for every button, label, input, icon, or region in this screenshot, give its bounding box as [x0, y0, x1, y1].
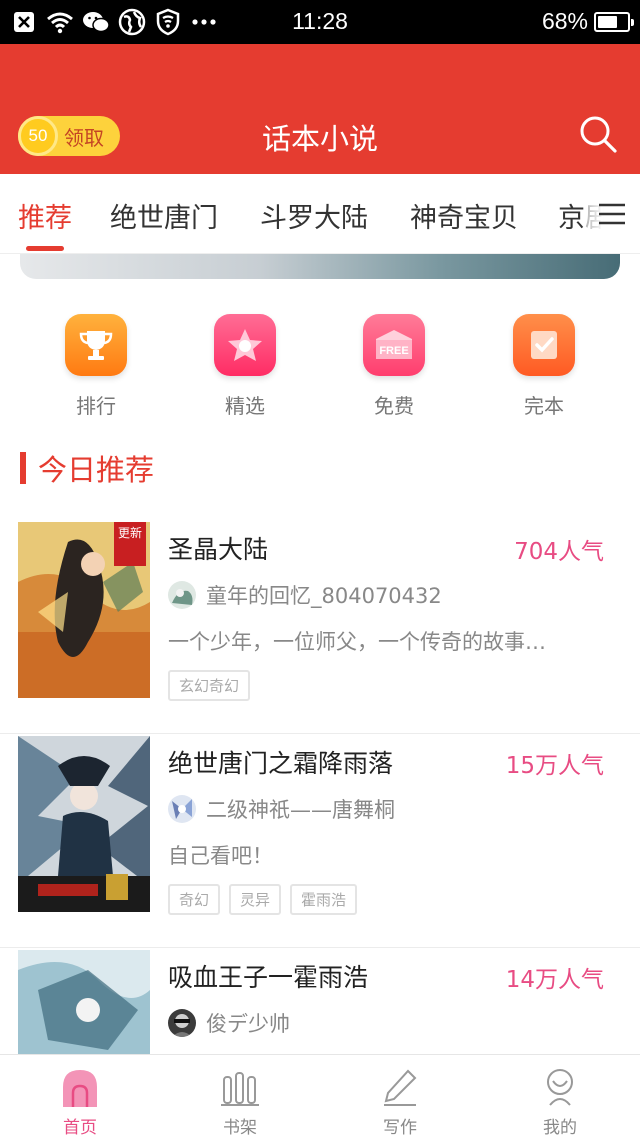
quick-entry-featured[interactable]: 精选	[185, 314, 305, 419]
app-header: 50 领取 话本小说	[0, 44, 640, 174]
search-icon[interactable]	[578, 114, 618, 154]
banner-image[interactable]	[20, 254, 620, 279]
book-title: 圣晶大陆	[168, 535, 269, 564]
quick-entry-label: 完本	[524, 394, 564, 418]
nav-label: 写作	[383, 1118, 417, 1138]
nav-write[interactable]: 写作	[340, 1063, 460, 1138]
nav-home[interactable]: 首页	[20, 1063, 140, 1138]
quick-entry-free[interactable]: FREE 免费	[334, 314, 454, 419]
book-tags: 奇幻 灵异 霍雨浩	[168, 884, 358, 915]
bookshelf-icon	[218, 1063, 262, 1107]
home-icon	[58, 1063, 102, 1107]
book-tag[interactable]: 霍雨浩	[290, 884, 358, 915]
book-description: 自己看吧！	[168, 844, 273, 868]
profile-icon	[538, 1063, 582, 1107]
quick-entry-label: 免费	[374, 394, 414, 418]
check-note-icon	[513, 314, 575, 376]
book-title: 绝世唐门之霜降雨落	[168, 749, 394, 778]
book-tag[interactable]: 玄幻奇幻	[168, 670, 251, 701]
nav-label: 书架	[223, 1118, 257, 1138]
trophy-icon	[65, 314, 127, 376]
category-tabs: 推荐 绝世唐门 斗罗大陆 神奇宝贝 京剧	[0, 174, 640, 254]
star-icon	[214, 314, 276, 376]
author-row: 二级神祇——唐舞桐	[168, 794, 395, 824]
quick-entry-ranking[interactable]: 排行	[36, 314, 156, 419]
book-title: 吸血王子一霍雨浩	[168, 963, 369, 992]
battery-icon	[594, 11, 634, 32]
pen-icon	[378, 1063, 422, 1107]
book-author: 童年的回忆_804070432	[206, 584, 442, 608]
nav-label: 首页	[63, 1118, 97, 1138]
book-popularity: 704人气	[514, 539, 604, 565]
author-avatar	[168, 581, 196, 609]
book-item[interactable]: 更新 圣晶大陆 704人气 童年的回忆_804070432 一个少年，一位师父，…	[0, 522, 640, 734]
free-icon-text: FREE	[379, 345, 408, 357]
menu-icon[interactable]	[584, 174, 640, 253]
author-row: 童年的回忆_804070432	[168, 580, 442, 610]
tab-jueshi-tangmen[interactable]: 绝世唐门	[110, 196, 218, 235]
bottom-navigation: 首页 书架 写作 我的	[0, 1054, 640, 1138]
author-avatar	[168, 1009, 196, 1037]
book-cover[interactable]: 更新	[18, 522, 150, 698]
app-title: 话本小说	[261, 122, 378, 156]
section-title: 今日推荐	[38, 453, 155, 487]
quick-entries: 排行 精选 FREE 免费 完本	[0, 314, 640, 424]
nav-bookshelf[interactable]: 书架	[180, 1063, 300, 1138]
quick-entry-label: 排行	[76, 394, 116, 418]
author-avatar	[168, 795, 196, 823]
update-badge: 更新	[114, 522, 146, 566]
book-tag[interactable]: 灵异	[229, 884, 282, 915]
book-author: 二级神祇——唐舞桐	[206, 798, 395, 822]
nav-label: 我的	[543, 1118, 577, 1138]
active-tab-indicator	[26, 246, 64, 251]
tab-douluo-dalu[interactable]: 斗罗大陆	[260, 196, 368, 235]
book-tag[interactable]: 奇幻	[168, 884, 221, 915]
book-popularity: 15万人气	[505, 753, 604, 779]
book-cover[interactable]	[18, 736, 150, 912]
nav-profile[interactable]: 我的	[500, 1063, 620, 1138]
author-row: 俊デ少帅	[168, 1008, 290, 1038]
book-author: 俊デ少帅	[206, 1012, 290, 1036]
book-description: 一个少年，一位师父，一个传奇的故事…	[168, 630, 546, 654]
book-tags: 玄幻奇幻	[168, 670, 251, 701]
section-accent-bar	[20, 452, 26, 484]
status-bar: 11:28 68%	[0, 0, 640, 44]
quick-entry-label: 精选	[225, 394, 265, 418]
book-popularity: 14万人气	[505, 967, 604, 993]
quick-entry-completed[interactable]: 完本	[484, 314, 604, 419]
tab-recommend[interactable]: 推荐	[18, 196, 72, 235]
free-icon: FREE	[363, 314, 425, 376]
section-heading: 今日推荐	[20, 448, 154, 488]
book-item[interactable]: 绝世唐门之霜降雨落 15万人气 二级神祇——唐舞桐 自己看吧！ 奇幻 灵异 霍雨…	[0, 736, 640, 948]
battery-percent: 68%	[541, 8, 588, 34]
tab-pokemon[interactable]: 神奇宝贝	[410, 196, 518, 235]
